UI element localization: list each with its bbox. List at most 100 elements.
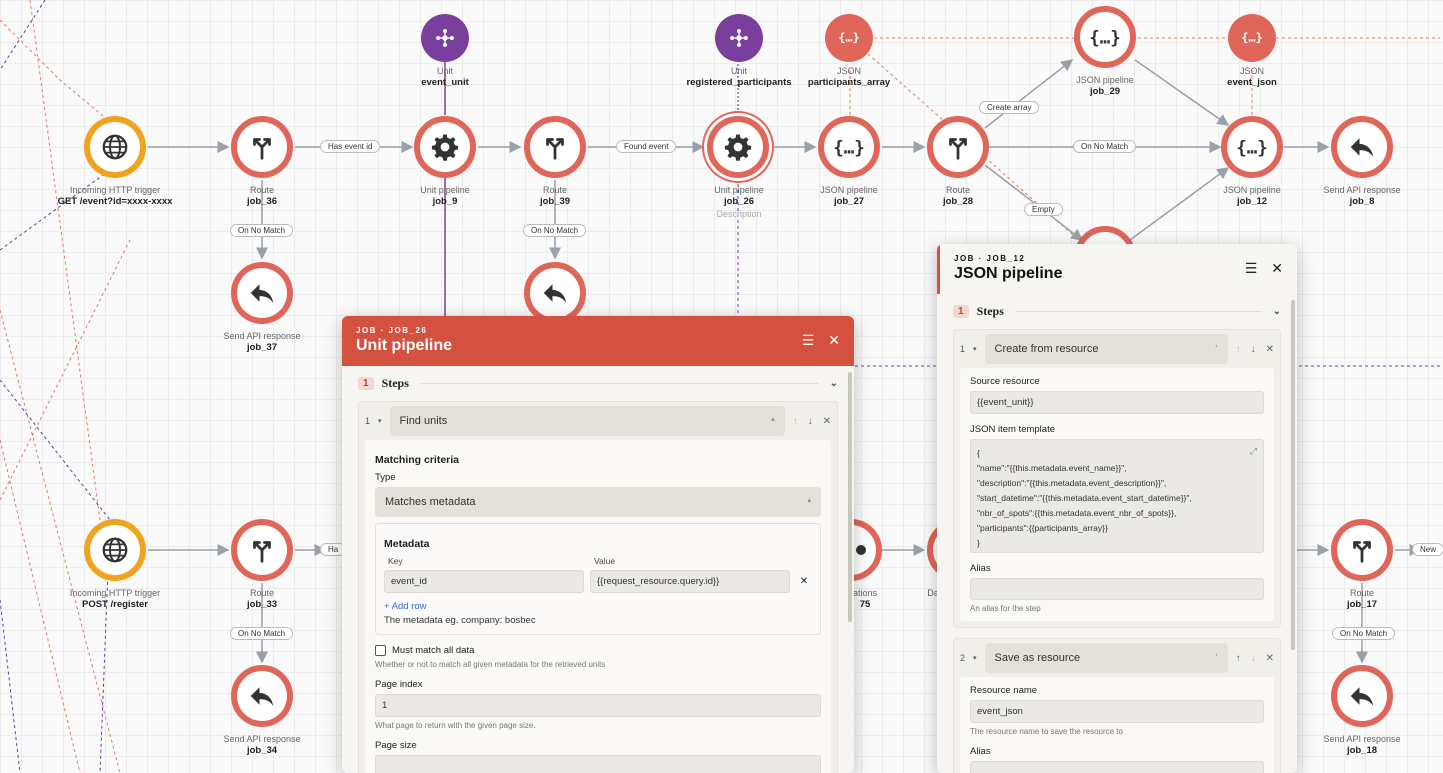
page-index-input[interactable]: 1 [375, 694, 821, 717]
source-resource-input[interactable]: {{event_unit}} [970, 391, 1264, 414]
move-down-icon[interactable]: ↓ [1251, 344, 1256, 355]
panel-kicker: JOB · JOB_26 [356, 326, 428, 335]
json-resource-node[interactable]: {…} [825, 14, 873, 62]
metadata-value-input[interactable]: {{request_resource.query.id}} [590, 570, 790, 593]
step-card: 2 ▾ Save as resource › ↑ ↓ ✕ Resource nam… [953, 638, 1281, 773]
route-node[interactable] [231, 519, 293, 581]
delete-step-icon[interactable]: ✕ [1266, 344, 1274, 355]
http-trigger-node[interactable] [84, 116, 146, 178]
metadata-key-input[interactable]: event_id [384, 570, 584, 593]
metadata-hint: The metadata eg. company: bosbec [384, 615, 536, 626]
step-type-select[interactable]: Save as resource › [984, 643, 1228, 673]
step-chevron-icon[interactable]: ▾ [973, 345, 977, 353]
step-type-select[interactable]: Find units ▴ [389, 406, 785, 436]
step-index: 1 [960, 344, 966, 354]
json-resource-node[interactable]: {…} [1228, 14, 1276, 62]
send-api-response-node[interactable] [231, 262, 293, 324]
route-node[interactable] [231, 116, 293, 178]
step-type-select[interactable]: Create from resource › [984, 334, 1228, 364]
http-trigger-node[interactable] [84, 519, 146, 581]
send-api-response-node[interactable] [231, 665, 293, 727]
move-down-icon[interactable]: ↓ [808, 416, 813, 427]
route-node[interactable] [927, 116, 989, 178]
metadata-card: Metadata Key Value event_id {{request_re… [375, 523, 821, 635]
delete-step-icon[interactable]: ✕ [1266, 653, 1274, 664]
move-down-icon[interactable]: ↓ [1251, 653, 1256, 664]
json-braces-icon: {…} [834, 138, 864, 158]
reply-icon [1350, 138, 1374, 157]
json-pipeline-node[interactable]: {…} [818, 116, 880, 178]
close-icon[interactable]: ✕ [1271, 260, 1283, 277]
chevron-down-icon[interactable]: ⌄ [1273, 306, 1281, 317]
route-split-icon [546, 138, 564, 160]
edge-label-has-event-id[interactable]: Has event id [320, 140, 381, 153]
steps-section-header[interactable]: 1 Steps ⌄ [937, 294, 1297, 329]
json-braces-icon: {…} [1241, 31, 1263, 45]
alias-input[interactable] [970, 761, 1264, 773]
edge-label-create-array[interactable]: Create array [979, 101, 1040, 114]
node-label: Route job_36 [246, 185, 278, 207]
edge-label-on-no-match[interactable]: On No Match [230, 627, 294, 640]
step-card: 1 ▾ Create from resource › ↑ ↓ ✕ Source r… [953, 329, 1281, 628]
panel-header: JOB · JOB_26 Unit pipeline ☰ ✕ [342, 316, 854, 366]
move-up-icon[interactable]: ↑ [1236, 653, 1241, 664]
unit-node[interactable] [715, 14, 763, 62]
node-label: JSON event_json [1227, 66, 1277, 88]
menu-icon[interactable]: ☰ [1245, 260, 1258, 277]
send-api-response-node[interactable] [524, 262, 586, 324]
unit-pipeline-node[interactable] [414, 116, 476, 178]
edge-label-on-no-match[interactable]: On No Match [230, 224, 294, 237]
type-select[interactable]: Matches metadata ▴ [375, 487, 821, 517]
unit-pipeline-node-selected[interactable] [707, 116, 769, 178]
route-node[interactable] [524, 116, 586, 178]
step-chevron-icon[interactable]: ▾ [973, 654, 977, 662]
edge-label-new[interactable]: New [1412, 543, 1443, 556]
json-pipeline-node[interactable]: {…} [1074, 6, 1136, 68]
edge-label-on-no-match[interactable]: On No Match [1073, 140, 1137, 153]
job-panel-json-pipeline: JOB · JOB_12 JSON pipeline ☰ ✕ 1 Steps ⌄… [937, 244, 1297, 773]
json-braces-icon: {…} [1090, 28, 1120, 48]
steps-section-header[interactable]: 1 Steps ⌄ [342, 366, 854, 401]
chevron-down-icon[interactable]: ⌄ [830, 378, 838, 389]
step-chevron-icon[interactable]: ▾ [378, 417, 382, 425]
send-api-response-node[interactable] [1331, 116, 1393, 178]
send-api-response-node[interactable] [1331, 665, 1393, 727]
unit-hub-icon [436, 29, 454, 47]
delete-step-icon[interactable]: ✕ [823, 416, 831, 427]
unit-node[interactable] [421, 14, 469, 62]
expand-icon[interactable]: ⤢ [1250, 444, 1257, 459]
must-match-checkbox[interactable] [375, 645, 386, 656]
alias-label: Alias [970, 563, 991, 574]
json-braces-icon: {…} [1237, 138, 1267, 158]
edge-label-on-no-match[interactable]: On No Match [1332, 627, 1396, 640]
edge-label-found-event[interactable]: Found event [616, 140, 677, 153]
gear-icon [431, 134, 459, 161]
scrollbar[interactable] [1291, 300, 1295, 650]
resource-name-input[interactable]: event_json [970, 700, 1264, 723]
add-row-link[interactable]: + Add row [384, 601, 812, 612]
svg-text:{…}: {…} [838, 31, 860, 45]
remove-row-icon[interactable]: ✕ [796, 576, 812, 587]
page-size-label: Page size [375, 740, 417, 751]
type-label: Type [375, 472, 396, 483]
menu-icon[interactable]: ☰ [802, 332, 815, 349]
json-template-editor[interactable]: ⤢ { "name":"{{this.metadata.event_name}}… [970, 439, 1264, 553]
source-resource-label: Source resource [970, 376, 1040, 387]
globe-icon [102, 537, 128, 563]
route-node[interactable] [1331, 519, 1393, 581]
svg-text:{…}: {…} [1241, 31, 1263, 45]
job-panel-unit-pipeline: JOB · JOB_26 Unit pipeline ☰ ✕ 1 Steps ⌄… [342, 316, 854, 773]
close-icon[interactable]: ✕ [828, 332, 840, 349]
metadata-label: Metadata [384, 538, 430, 550]
edge-label-on-no-match[interactable]: On No Match [523, 224, 587, 237]
template-line: "nbr_of_spots":{{this.metadata.event_nbr… [977, 508, 1177, 518]
page-index-label: Page index [375, 679, 423, 690]
svg-text:{…}: {…} [834, 138, 864, 158]
alias-input[interactable] [970, 578, 1264, 600]
json-pipeline-node[interactable]: {…} [1221, 116, 1283, 178]
page-size-input[interactable] [375, 755, 821, 773]
unit-hub-icon [730, 29, 748, 47]
move-up-icon[interactable]: ↑ [793, 416, 798, 427]
scrollbar[interactable] [848, 372, 852, 622]
move-up-icon[interactable]: ↑ [1236, 344, 1241, 355]
